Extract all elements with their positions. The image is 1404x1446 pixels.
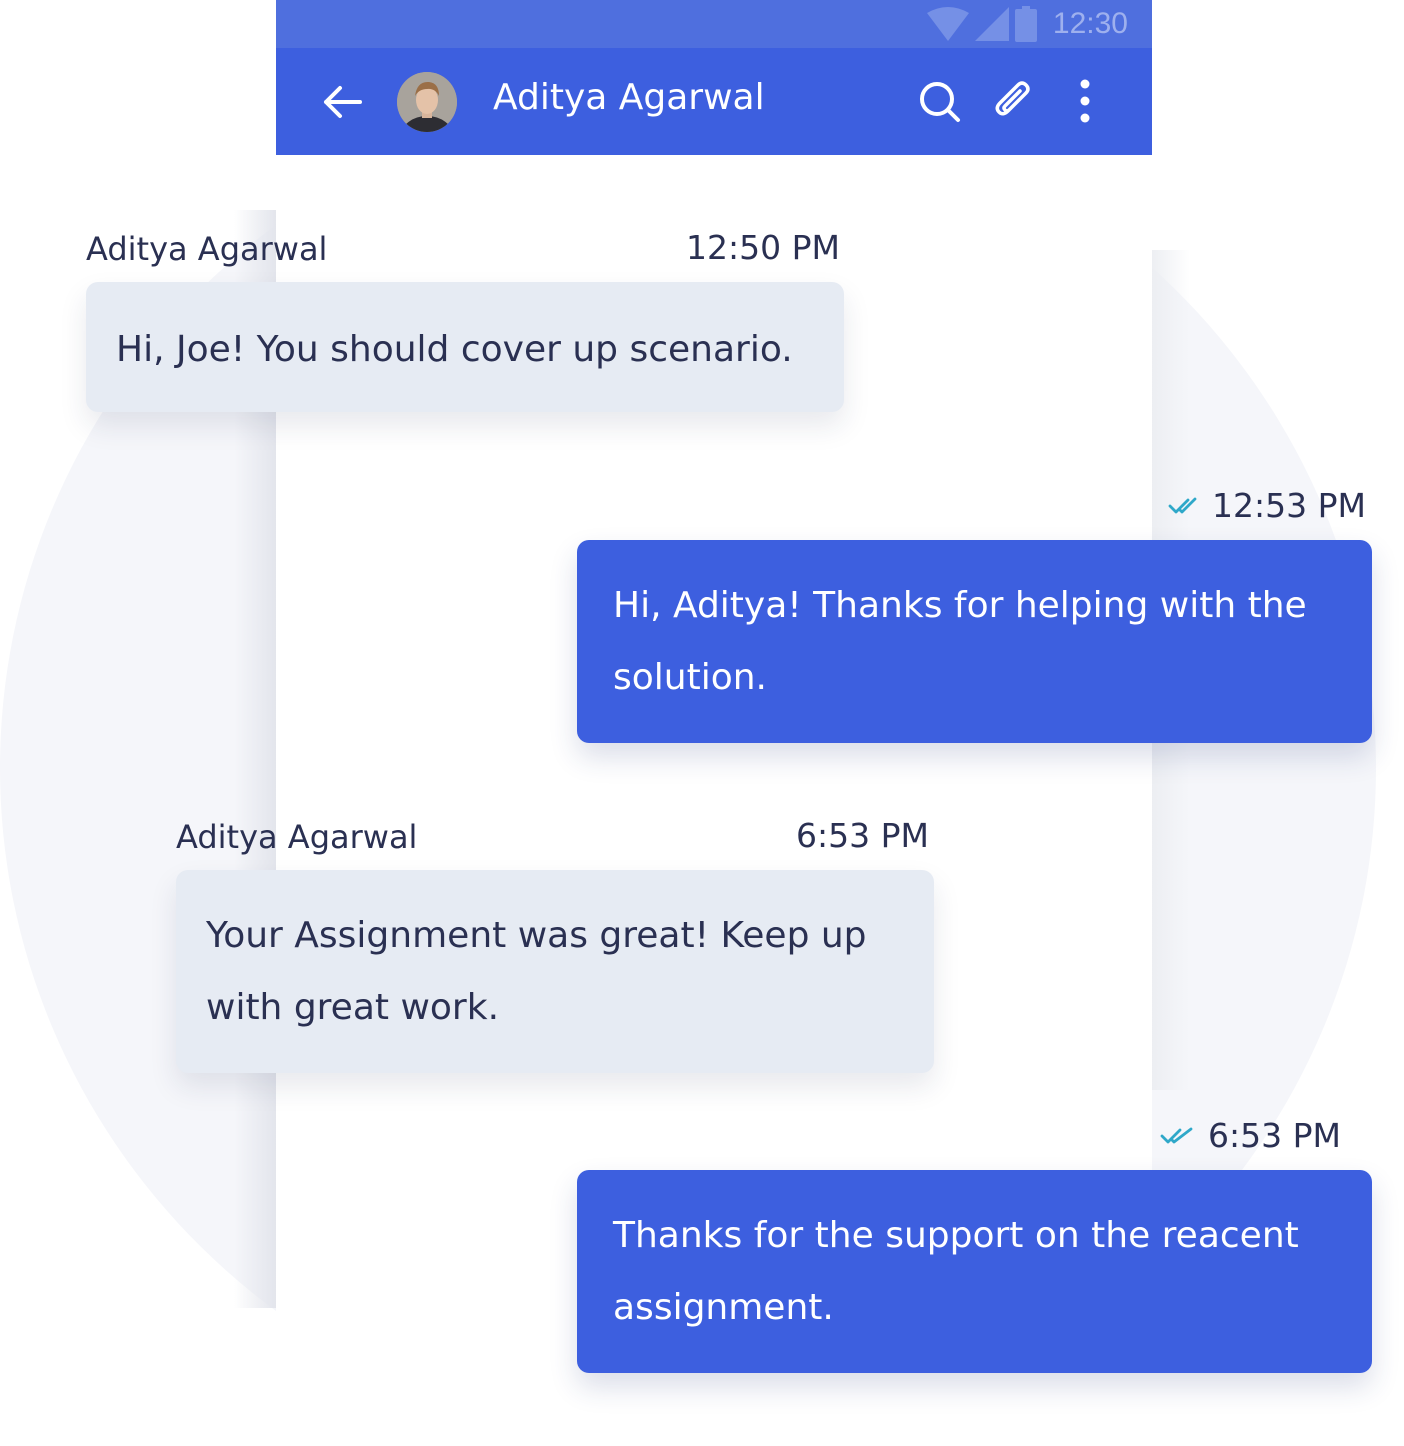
message-sender: Aditya Agarwal bbox=[86, 230, 328, 268]
battery-icon bbox=[1014, 6, 1037, 42]
avatar-image bbox=[397, 72, 457, 132]
outgoing-message-bubble[interactable]: Hi, Aditya! Thanks for helping with the … bbox=[577, 540, 1372, 743]
chat-illustration: 12:30 Aditya Agarwal Aditya Agarwal 12:5… bbox=[0, 0, 1404, 1446]
status-bar: 12:30 bbox=[276, 0, 1152, 48]
message-time: 12:50 PM bbox=[686, 228, 840, 267]
signal-icon bbox=[974, 7, 1009, 41]
more-vert-icon[interactable] bbox=[1062, 78, 1108, 124]
message-text: Hi, Joe! You should cover up scenario. bbox=[116, 329, 793, 370]
incoming-message-bubble[interactable]: Your Assignment was great! Keep up with … bbox=[176, 870, 934, 1073]
paperclip-icon[interactable] bbox=[989, 78, 1035, 124]
outgoing-message-bubble[interactable]: Thanks for the support on the reacent as… bbox=[577, 1170, 1372, 1373]
message-time: 6:53 PM bbox=[796, 816, 929, 855]
status-time: 12:30 bbox=[1052, 7, 1128, 40]
back-arrow-icon[interactable] bbox=[320, 80, 364, 124]
chat-header: Aditya Agarwal bbox=[276, 48, 1152, 155]
double-check-icon bbox=[1168, 497, 1197, 513]
message-time: 6:53 PM bbox=[1208, 1116, 1341, 1155]
status-icons: 12:30 bbox=[926, 4, 1128, 44]
incoming-message-bubble[interactable]: Hi, Joe! You should cover up scenario. bbox=[86, 282, 844, 412]
contact-name[interactable]: Aditya Agarwal bbox=[493, 77, 765, 118]
message-meta: 6:53 PM bbox=[1160, 1116, 1341, 1155]
contact-avatar[interactable] bbox=[397, 72, 457, 132]
message-time: 12:53 PM bbox=[1212, 486, 1366, 525]
search-icon[interactable] bbox=[916, 78, 962, 124]
message-text: Hi, Aditya! Thanks for helping with the … bbox=[613, 585, 1307, 698]
double-check-icon bbox=[1160, 1127, 1193, 1143]
message-text: Thanks for the support on the reacent as… bbox=[613, 1215, 1299, 1328]
message-sender: Aditya Agarwal bbox=[176, 818, 418, 856]
wifi-icon bbox=[926, 7, 969, 41]
message-meta: 12:53 PM bbox=[1168, 486, 1366, 525]
message-text: Your Assignment was great! Keep up with … bbox=[206, 915, 867, 1028]
